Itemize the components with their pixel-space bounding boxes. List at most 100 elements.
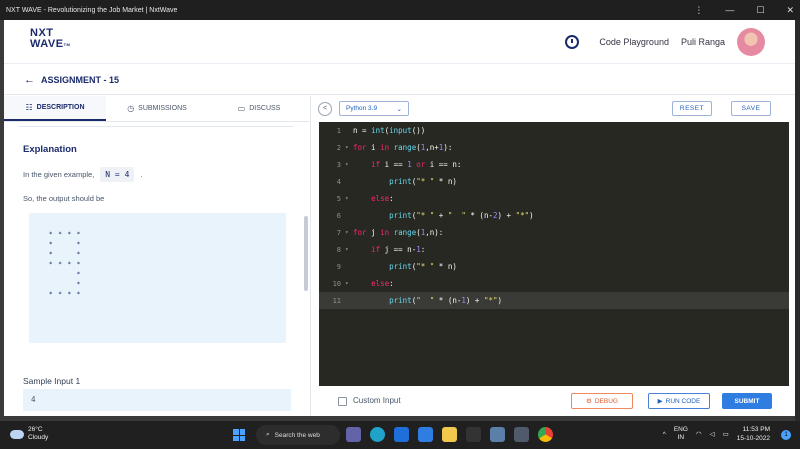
- code-playground-link[interactable]: Code Playground: [599, 37, 669, 47]
- taskbar: 26°C Cloudy ⌕ Search the web ^ ENG IN ◠ …: [0, 421, 800, 449]
- tab-description[interactable]: ☷ DESCRIPTION: [4, 96, 106, 121]
- code-line[interactable]: 4 print("* " * n): [319, 173, 789, 190]
- code-line[interactable]: 2 ▾ for i in range(1,n+1):: [319, 139, 789, 156]
- sample-input-title: Sample Input 1: [23, 376, 81, 386]
- tab-label: DESCRIPTION: [36, 104, 85, 111]
- taskbar-search[interactable]: ⌕ Search the web: [256, 425, 340, 445]
- close-icon[interactable]: ✕: [786, 5, 794, 16]
- code-editor[interactable]: 1n = int(input()) 2 ▾ for i in range(1,n+1)…: [319, 122, 789, 386]
- clock[interactable]: 11:53 PM 15-10-2022: [737, 425, 770, 443]
- dropbox-icon[interactable]: [418, 427, 433, 442]
- tab-submissions[interactable]: ◷ SUBMISSIONS: [106, 96, 208, 121]
- tab-discuss[interactable]: ▭ DISCUSS: [208, 96, 310, 121]
- app-header: NXT WAVETM Code Playground Puli Ranga: [4, 20, 795, 64]
- avatar[interactable]: [737, 28, 765, 56]
- chat-icon: ▭: [237, 104, 246, 113]
- collapse-panel-icon[interactable]: <: [318, 101, 332, 116]
- code-line[interactable]: 9 print("* " * n): [319, 258, 789, 275]
- panel-scrollbar[interactable]: [304, 216, 308, 291]
- code-line[interactable]: 6 print("* " + " " * (n-2) + "*"): [319, 207, 789, 224]
- line-number: 2: [336, 143, 341, 152]
- photos-icon[interactable]: [514, 427, 529, 442]
- line-number: 4: [336, 177, 341, 186]
- description-content: Explanation In the given example, N = 4 …: [4, 122, 304, 416]
- battery-icon[interactable]: ▭: [723, 430, 729, 438]
- code-text: n = int(input()): [353, 126, 426, 135]
- language-select[interactable]: Python 3.9 ⌄: [339, 101, 409, 116]
- panel-tabs: ☷ DESCRIPTION ◷ SUBMISSIONS ▭ DISCUSS: [4, 96, 310, 122]
- tab-label: DISCUSS: [249, 105, 281, 112]
- chrome-icon[interactable]: [538, 427, 553, 442]
- line-number: 10: [332, 279, 341, 288]
- line-number: 11: [332, 296, 341, 305]
- lang-line2: IN: [677, 434, 685, 441]
- output-text: So, the output should be: [23, 194, 105, 203]
- play-icon: ▶: [657, 398, 663, 405]
- code-line[interactable]: 11 print(" " * (n-1) + "*"): [319, 292, 789, 309]
- run-label: RUN CODE: [665, 397, 701, 405]
- taskbar-apps: [346, 427, 553, 442]
- run-code-button[interactable]: ▶ RUN CODE: [648, 393, 710, 409]
- lang-line1: ENG: [673, 426, 688, 433]
- file-explorer-icon[interactable]: [442, 427, 457, 442]
- code-line[interactable]: 3 ▾ if i == 1 or i == n:: [319, 156, 789, 173]
- save-button[interactable]: SAVE: [731, 101, 771, 116]
- windows-start-icon[interactable]: [233, 429, 245, 441]
- user-name[interactable]: Puli Ranga: [681, 37, 725, 47]
- temperature: 26°C: [28, 426, 43, 433]
- menu-icon[interactable]: ⋮: [694, 5, 703, 16]
- nxtwave-logo[interactable]: NXT WAVETM: [30, 28, 70, 50]
- line-number: 6: [336, 211, 341, 220]
- search-label: Search the web: [274, 431, 320, 439]
- code-text: if j == n-1:: [371, 245, 426, 254]
- code-text: print("* " * n): [389, 262, 457, 271]
- fold-toggle-icon[interactable]: ▾: [345, 144, 353, 151]
- divider: [18, 126, 294, 127]
- custom-input-checkbox[interactable]: [338, 397, 347, 406]
- code-line[interactable]: 10 ▾ else:: [319, 275, 789, 292]
- custom-input-label[interactable]: Custom Input: [353, 396, 401, 405]
- example-text: In the given example, N = 4 .: [23, 167, 142, 182]
- app-window: NXT WAVETM Code Playground Puli Ranga ← …: [4, 20, 795, 416]
- example-label: In the given example,: [23, 170, 95, 179]
- logo-line2: WAVE: [30, 38, 64, 50]
- chevron-up-icon[interactable]: ^: [663, 431, 666, 438]
- fold-toggle-icon[interactable]: ▾: [345, 195, 353, 202]
- debug-button[interactable]: ⚙ DEBUG: [571, 393, 633, 409]
- code-line[interactable]: 5 ▾ else:: [319, 190, 789, 207]
- maximize-icon[interactable]: ☐: [756, 5, 764, 16]
- reset-button[interactable]: RESET: [672, 101, 712, 116]
- minimize-icon[interactable]: —: [725, 5, 734, 15]
- submit-button[interactable]: SUBMIT: [722, 393, 772, 409]
- pattern-output-box: * * * * * * * * * * * * * * * * * *: [29, 213, 286, 343]
- fold-toggle-icon[interactable]: ▾: [345, 229, 353, 236]
- mail-icon[interactable]: [394, 427, 409, 442]
- weather-widget[interactable]: 26°C Cloudy: [10, 426, 48, 442]
- edge-icon[interactable]: [370, 427, 385, 442]
- wifi-icon[interactable]: ◠: [696, 430, 702, 438]
- timer-icon[interactable]: [565, 35, 580, 49]
- code-text: for i in range(1,n+1):: [353, 143, 453, 152]
- fold-toggle-icon[interactable]: ▾: [345, 161, 353, 168]
- code-text: print("* " + " " * (n-2) + "*"): [389, 211, 534, 220]
- weather-condition: Cloudy: [28, 434, 49, 441]
- winamp-icon[interactable]: [466, 427, 481, 442]
- volume-icon[interactable]: ◁: [710, 430, 715, 438]
- notification-badge[interactable]: 1: [781, 430, 791, 440]
- language-indicator[interactable]: ENG IN: [674, 426, 688, 442]
- bug-icon: ⚙: [586, 398, 592, 405]
- assignment-title: ASSIGNMENT - 15: [41, 74, 120, 85]
- example-end: .: [140, 170, 143, 179]
- code-line[interactable]: 8 ▾ if j == n-1:: [319, 241, 789, 258]
- settings-gear-icon[interactable]: [490, 427, 505, 442]
- teams-icon[interactable]: [346, 427, 361, 442]
- code-text: print(" " * (n-1) + "*"): [389, 296, 503, 305]
- code-line[interactable]: 1 n = int(input()): [319, 122, 789, 139]
- code-text: else:: [371, 279, 394, 288]
- code-line[interactable]: 7 ▾ for j in range(1,n):: [319, 224, 789, 241]
- fold-toggle-icon[interactable]: ▾: [345, 246, 353, 253]
- tab-label: SUBMISSIONS: [138, 105, 187, 112]
- window-controls: ⋮ — ☐ ✕: [694, 0, 794, 20]
- fold-toggle-icon[interactable]: ▾: [345, 280, 353, 287]
- back-arrow-icon[interactable]: ←: [24, 74, 35, 86]
